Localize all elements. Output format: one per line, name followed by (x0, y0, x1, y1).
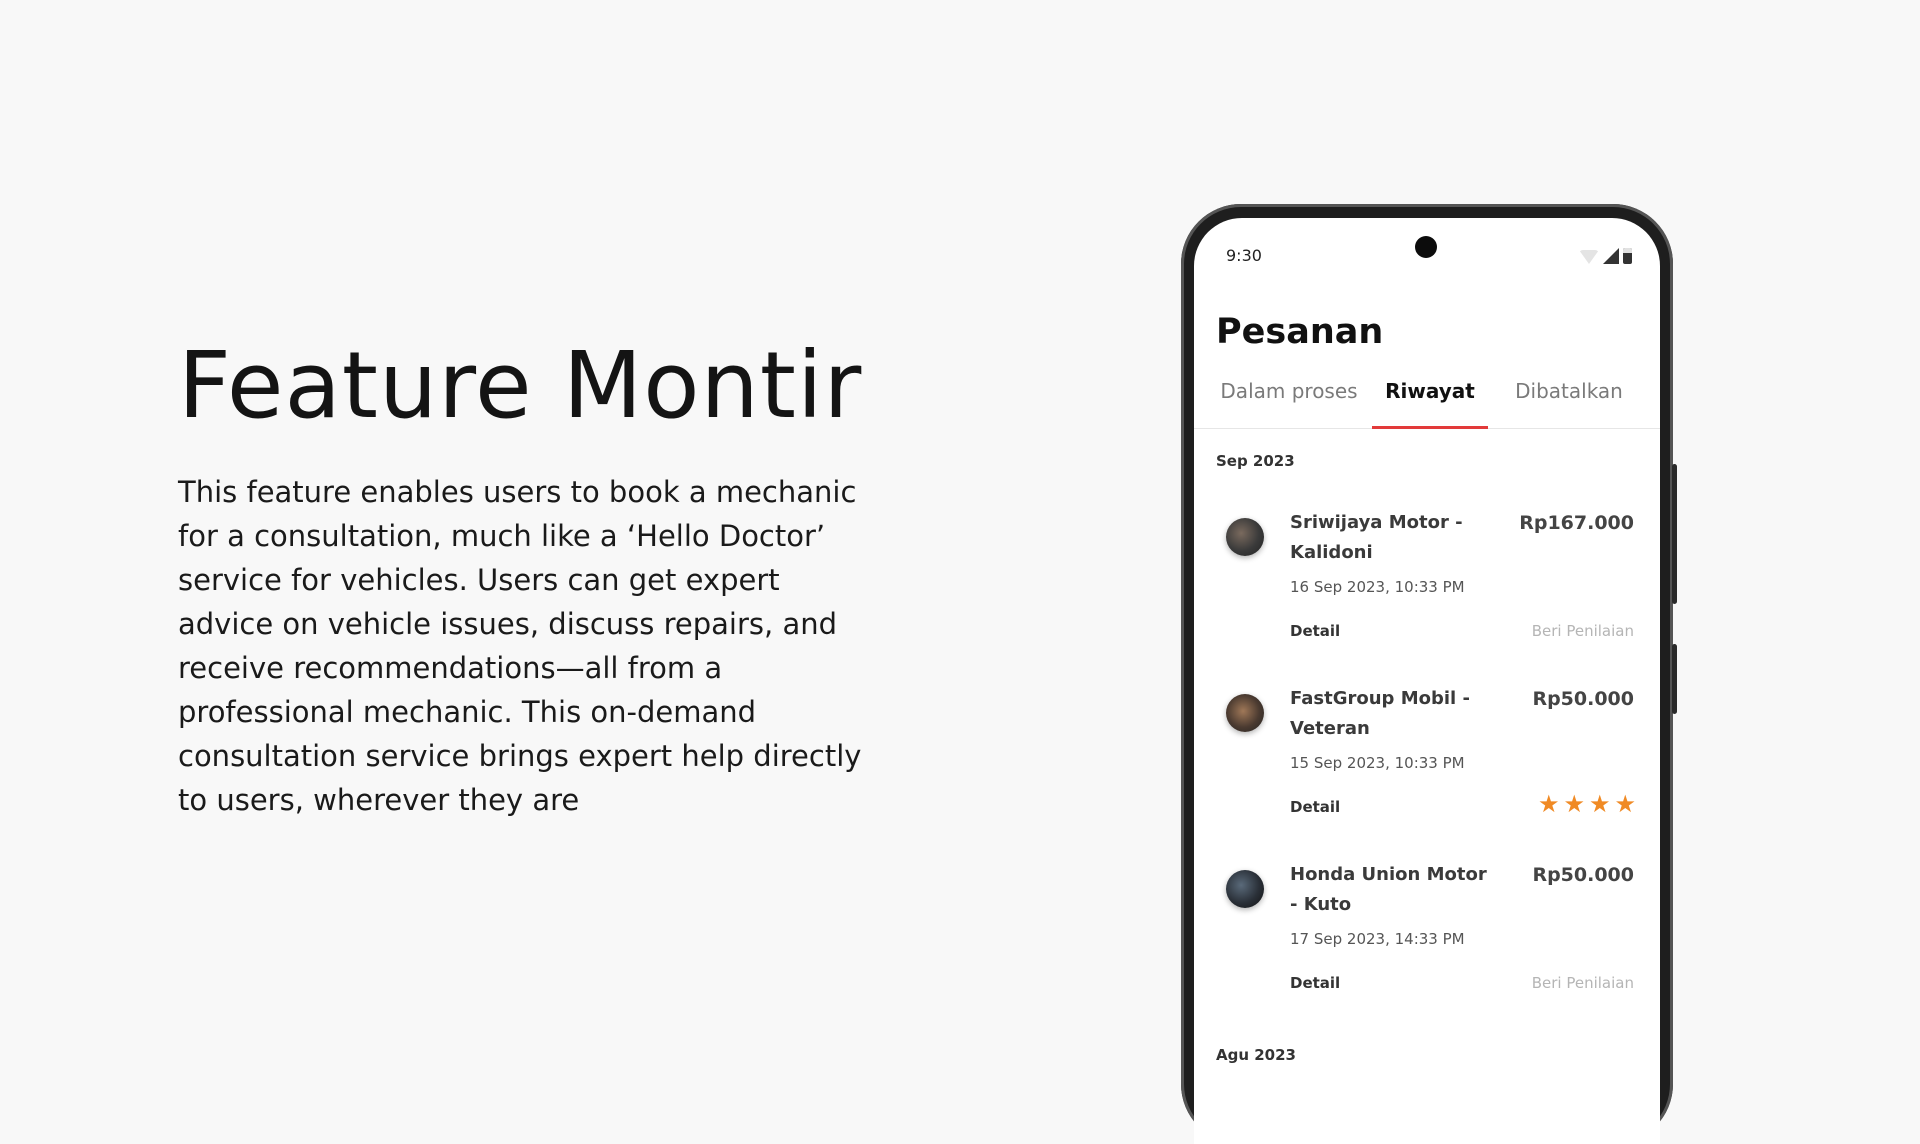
shop-name: FastGroup Mobil - Veteran (1290, 688, 1470, 739)
phone-mockup: 9:30 Pesanan Dalam proses Riwayat Dibata… (1181, 204, 1677, 1144)
order-price: Rp50.000 (1532, 688, 1634, 710)
rating-stars: ★ ★ ★ ★ (1538, 792, 1636, 816)
volume-button (1672, 644, 1677, 714)
workshop-avatar (1226, 694, 1264, 732)
detail-link[interactable]: Detail (1290, 974, 1340, 992)
shop-name: Sriwijaya Motor - Kalidoni (1290, 512, 1463, 563)
detail-link[interactable]: Detail (1290, 798, 1340, 816)
signal-icon (1603, 248, 1619, 264)
star-icon: ★ (1537, 790, 1560, 818)
star-icon: ★ (1563, 790, 1585, 818)
order-price: Rp50.000 (1532, 864, 1634, 886)
order-tabs: Dalam proses Riwayat Dibatalkan (1194, 376, 1660, 429)
workshop-avatar (1226, 518, 1264, 556)
page-title: Pesanan (1216, 312, 1384, 352)
tab-dibatalkan[interactable]: Dibatalkan (1504, 376, 1634, 428)
rate-link[interactable]: Beri Penilaian (1532, 974, 1634, 992)
front-camera (1415, 236, 1437, 258)
status-time: 9:30 (1226, 246, 1262, 265)
power-button (1672, 464, 1677, 604)
order-price: Rp167.000 (1519, 512, 1634, 534)
wifi-icon (1579, 250, 1599, 264)
order-date: 16 Sep 2023, 10:33 PM (1290, 578, 1465, 596)
phone-screen: 9:30 Pesanan Dalam proses Riwayat Dibata… (1194, 218, 1660, 1144)
star-icon: ★ (1614, 790, 1636, 818)
battery-icon (1623, 248, 1632, 264)
detail-link[interactable]: Detail (1290, 622, 1340, 640)
section-label-sep-2023: Sep 2023 (1216, 452, 1295, 470)
tab-dalam-proses[interactable]: Dalam proses (1214, 376, 1364, 428)
shop-name: Honda Union Motor - Kuto (1290, 864, 1487, 915)
rate-link[interactable]: Beri Penilaian (1532, 622, 1634, 640)
status-icons (1579, 248, 1632, 264)
order-date: 15 Sep 2023, 10:33 PM (1290, 754, 1465, 772)
star-icon: ★ (1588, 790, 1611, 818)
tab-riwayat[interactable]: Riwayat (1372, 376, 1488, 429)
feature-description: This feature enables users to book a mec… (178, 475, 862, 817)
order-date: 17 Sep 2023, 14:33 PM (1290, 930, 1465, 948)
order-item[interactable]: FastGroup Mobil - Veteran Rp50.000 15 Se… (1194, 684, 1660, 834)
order-item[interactable]: Sriwijaya Motor - Kalidoni Rp167.000 16 … (1194, 508, 1660, 658)
workshop-avatar (1226, 870, 1264, 908)
order-item[interactable]: Honda Union Motor - Kuto Rp50.000 17 Sep… (1194, 860, 1660, 1010)
section-label-agu-2023: Agu 2023 (1216, 1046, 1296, 1064)
feature-title: Feature Montir (178, 332, 863, 439)
